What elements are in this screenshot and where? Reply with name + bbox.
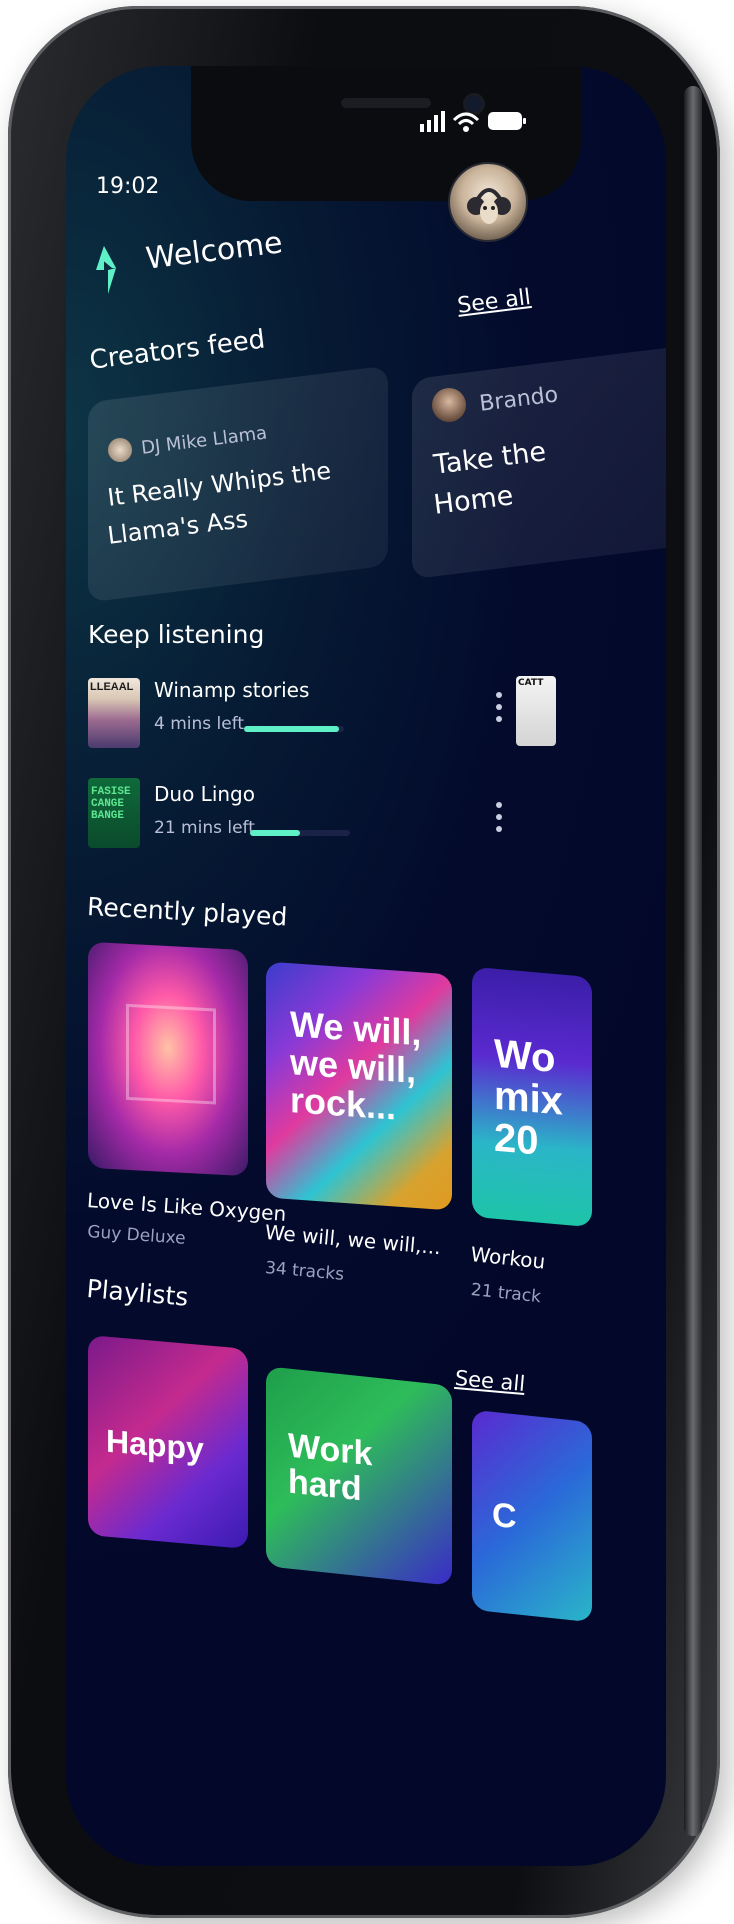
album-cover-love-is-like-oxygen[interactable]: [88, 941, 248, 1177]
more-options-icon[interactable]: [496, 692, 502, 728]
keep-listening-heading: Keep listening: [88, 620, 265, 649]
user-avatar[interactable]: [448, 162, 528, 242]
creator-avatar: [108, 438, 132, 462]
list-item-title: Winamp stories: [154, 678, 310, 702]
list-item-time-left: 21 mins left: [154, 818, 255, 838]
playlist-subtitle: 34 tracks: [264, 1258, 345, 1285]
progress-bar: [250, 830, 350, 836]
creator-avatar: [432, 388, 466, 422]
cover-text: We will, we will, rock...: [290, 1003, 422, 1128]
playlists-see-all-link[interactable]: See all: [454, 1366, 526, 1396]
status-time: 19:02: [96, 174, 160, 199]
more-options-icon[interactable]: [496, 802, 502, 838]
playlist-cover-work-hard[interactable]: Work hard: [266, 1366, 452, 1586]
art-text: FASISE CANGE BANGE: [91, 786, 131, 823]
app-screen: 19:02 Welcome See all Creators feed DJ M…: [66, 66, 666, 1866]
speaker: [341, 98, 431, 108]
signal-wifi-battery-icon: [420, 111, 526, 132]
duo-lingo-art[interactable]: FASISE CANGE BANGE: [88, 778, 140, 848]
album-subtitle: Guy Deluxe: [86, 1222, 187, 1249]
cover-text: Work hard: [288, 1426, 373, 1508]
playlist-cover-we-will[interactable]: We will, we will, rock...: [266, 961, 452, 1211]
status-icons: [418, 108, 528, 134]
playlist-title: Workou: [469, 1242, 547, 1274]
recently-played-heading: Recently played: [86, 892, 289, 932]
see-all-link[interactable]: See all: [456, 285, 532, 319]
playlist-cover-third[interactable]: C: [472, 1409, 592, 1623]
side-art: CATT: [516, 676, 556, 746]
cover-text: Happy: [106, 1422, 204, 1468]
side-art-text: CATT: [518, 678, 544, 688]
list-item-time-left: 4 mins left: [154, 714, 245, 734]
playlist-title: We will, we will,...: [263, 1220, 442, 1260]
playlist-cover-happy[interactable]: Happy: [88, 1335, 248, 1549]
progress-fill: [244, 726, 339, 732]
creators-feed-heading: Creators feed: [88, 324, 267, 376]
playlists-heading: Playlists: [85, 1274, 190, 1312]
list-item-title: Duo Lingo: [154, 782, 255, 806]
playlist-subtitle: 21 track: [469, 1280, 542, 1308]
playlist-cover-workout-mix[interactable]: Wo mix 20: [472, 966, 592, 1228]
llama-avatar-icon: [467, 188, 511, 224]
album-title: Love Is Like Oxygen: [86, 1188, 288, 1226]
page-title: Welcome: [144, 225, 285, 277]
app-logo-icon: [96, 246, 116, 294]
art-text: LLEAAL: [90, 681, 134, 693]
cover-frame-decoration: [126, 1003, 216, 1105]
cover-text: Wo mix 20: [494, 1031, 563, 1164]
phone-frame: 19:02 Welcome See all Creators feed DJ M…: [8, 6, 720, 1918]
progress-bar: [244, 726, 344, 732]
cover-text: C: [492, 1495, 517, 1537]
progress-fill: [250, 830, 300, 836]
winamp-stories-art[interactable]: LLEAAL: [88, 678, 140, 748]
